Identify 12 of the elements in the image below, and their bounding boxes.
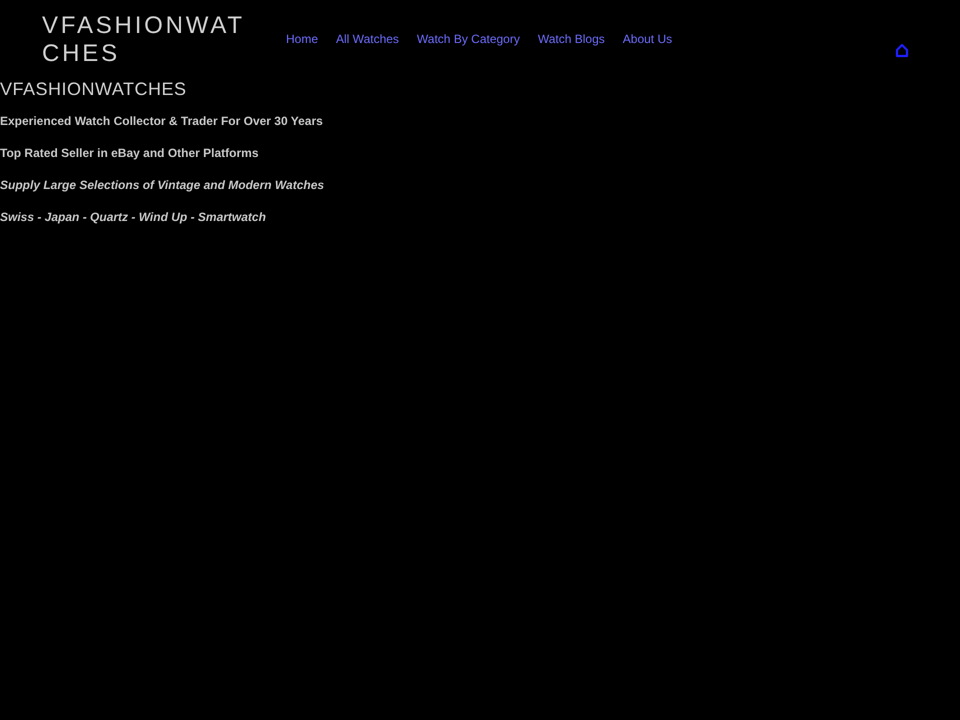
- tagline-text: Top Rated Seller in eBay and Other Platforms: [0, 145, 260, 162]
- tagline-text: Experienced Watch Collector & Trader For Over 30 Years: [0, 113, 324, 130]
- site-logo[interactable]: VFASHIONWATCHES: [42, 12, 256, 68]
- nav-link[interactable]: Home: [286, 32, 318, 46]
- nav-link[interactable]: Watch Blogs: [538, 32, 605, 46]
- nav-link[interactable]: About Us: [622, 32, 672, 46]
- tagline-text: Supply Large Selections of Vintage and Modern Watches: [0, 177, 326, 194]
- home-icon[interactable]: [895, 43, 909, 58]
- page-heading: VFASHIONWATCHES: [0, 78, 188, 100]
- tagline-text: Swiss - Japan - Quartz - Wind Up - Smartwatch: [0, 209, 267, 226]
- nav-link[interactable]: Watch By Category: [416, 32, 520, 46]
- nav-link[interactable]: All Watches: [336, 32, 399, 46]
